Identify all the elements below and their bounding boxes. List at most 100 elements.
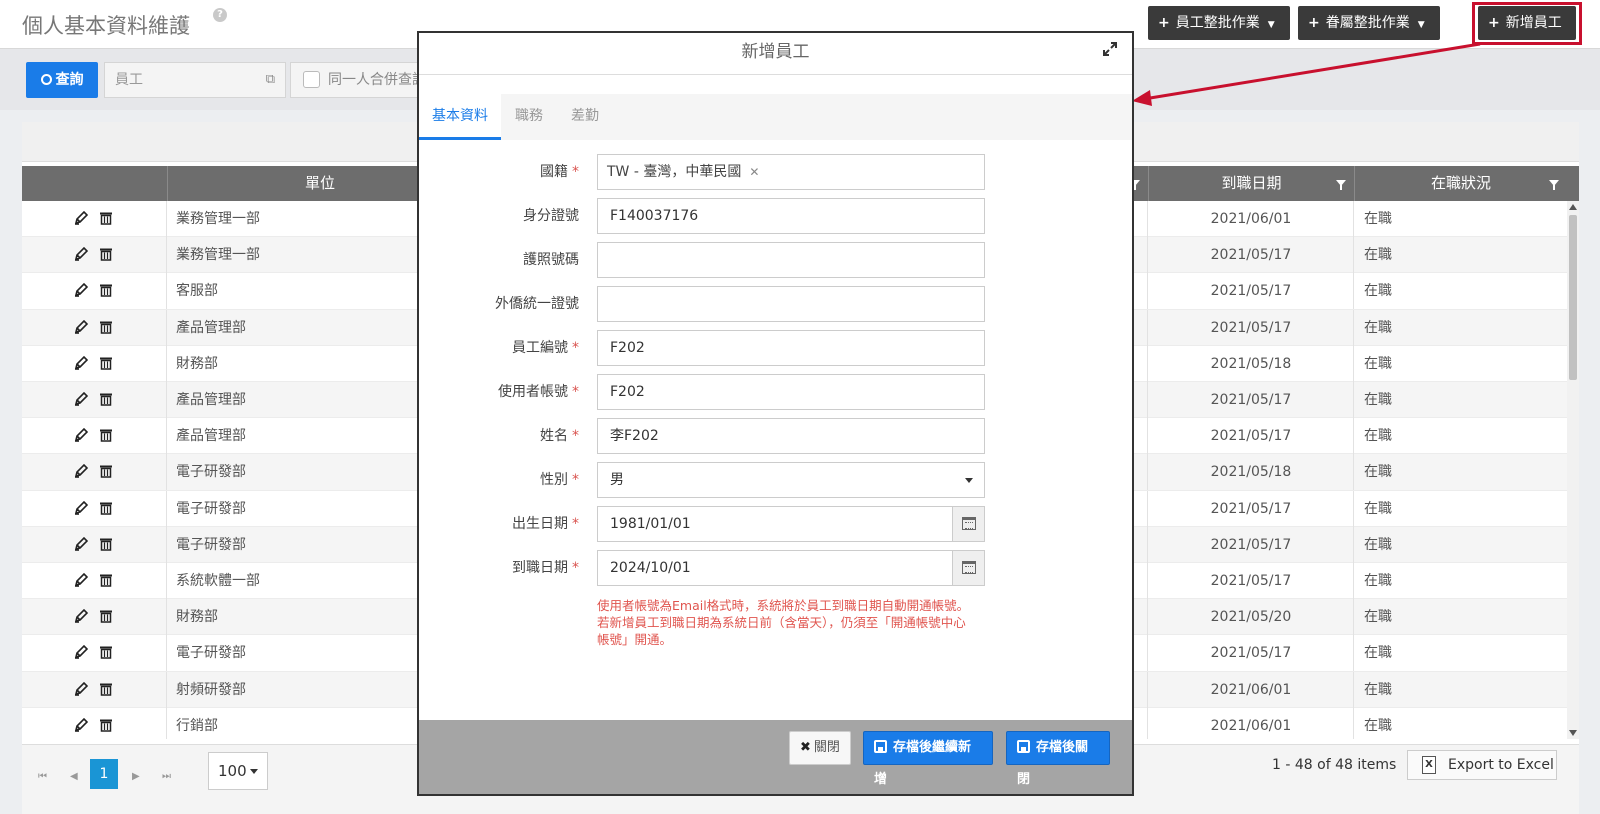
first-page-icon[interactable]: ⏮ [38,771,47,782]
tab-attendance[interactable]: 差勤 [557,94,613,140]
trash-icon[interactable] [99,320,113,334]
edit-icon[interactable] [74,211,88,225]
tab-basic-info[interactable]: 基本資料 [419,94,501,140]
employee-picker-input[interactable]: 員工 ⧉ [104,62,286,98]
account-field[interactable]: F202 [597,374,985,410]
edit-icon[interactable] [74,247,88,261]
scroll-down-icon[interactable] [1569,730,1577,736]
trash-icon[interactable] [99,247,113,261]
employee-no-field[interactable]: F202 [597,330,985,366]
edit-icon[interactable] [74,283,88,298]
trash-icon[interactable] [99,283,113,298]
trash-icon[interactable] [99,464,113,479]
merge-query-label: 同一人合併查詢 [328,72,426,88]
query-button[interactable]: 查詢 [26,62,98,98]
edit-icon[interactable] [74,428,88,442]
dependent-batch-button[interactable]: + 眷屬整批作業 ▼ [1298,6,1440,40]
save-close-button[interactable]: 存檔後關閉 [1006,731,1110,787]
page-number-current[interactable]: 1 [90,759,118,789]
unit-cell: 財務部 [176,609,218,626]
passport-field[interactable] [597,242,985,278]
edit-icon[interactable] [74,536,88,551]
employee-no-row: 員工編號 * F202 [419,330,1132,366]
edit-icon[interactable] [74,355,88,370]
start-date-field[interactable]: 2024/10/01 [597,550,985,586]
query-label: 查詢 [55,72,84,88]
edit-icon[interactable] [74,645,88,660]
trash-icon[interactable] [99,392,113,406]
merge-query-checkbox-field[interactable]: 同一人合併查詢 [290,62,430,98]
edit-icon[interactable] [74,464,88,479]
add-employee-highlight-box [1472,2,1582,45]
passport-row: 護照號碼 [419,242,1132,278]
column-divider [1353,345,1354,382]
trash-icon[interactable] [99,537,113,551]
trash-icon[interactable] [99,573,113,587]
calendar-icon [962,561,976,574]
resident-id-field[interactable] [597,286,985,322]
trash-icon[interactable] [99,356,113,370]
birth-date-picker-button[interactable] [952,507,984,541]
start-date-cell: 2021/05/17 [1210,283,1292,300]
filter-icon[interactable] [1549,180,1559,190]
id-number-field[interactable]: F140037176 [597,198,985,234]
save-icon [874,740,887,753]
edit-icon[interactable] [74,609,88,623]
grid-vertical-scrollbar[interactable] [1567,201,1579,739]
status-cell: 在職 [1364,573,1392,589]
trash-icon[interactable] [99,428,113,442]
edit-icon[interactable] [74,717,88,732]
remove-tag-icon[interactable]: ✕ [749,165,759,179]
column-divider [166,273,167,310]
last-page-icon[interactable]: ⏭ [162,771,171,782]
unit-cell: 電子研發部 [176,464,246,481]
gender-select[interactable]: 男 [597,462,985,498]
edit-icon[interactable] [74,392,88,406]
column-divider [1353,273,1354,310]
trash-icon[interactable] [99,609,113,623]
trash-icon[interactable] [99,718,113,732]
name-field[interactable]: 李F202 [597,418,985,454]
start-date-cell: 2021/05/18 [1210,355,1292,372]
start-date-column-header[interactable]: 到職日期 [1148,166,1354,201]
tab-position[interactable]: 職務 [501,94,557,140]
column-divider [166,563,167,599]
scrollbar-thumb[interactable] [1569,215,1577,380]
note-line: 帳號」開通。 [597,632,673,647]
trash-icon[interactable] [99,682,113,696]
trash-icon[interactable] [99,211,113,225]
prev-page-icon[interactable]: ◀ [70,771,78,782]
scroll-up-icon[interactable] [1569,204,1577,210]
filter-icon[interactable] [1336,180,1346,190]
trash-icon[interactable] [99,501,113,515]
edit-icon[interactable] [74,319,88,334]
save-icon [1017,740,1030,753]
trash-icon[interactable] [99,645,113,660]
next-page-icon[interactable]: ▶ [132,771,140,782]
employee-batch-button[interactable]: + 員工整批作業 ▼ [1148,6,1290,40]
page-size-select[interactable]: 100 [208,752,268,790]
nationality-select[interactable]: TW - 臺灣，中華民國 ✕ [597,154,985,190]
unit-cell: 業務管理一部 [176,247,260,264]
save-continue-button[interactable]: 存檔後繼續新增 [863,731,993,787]
start-date-cell: 2021/05/20 [1210,609,1292,626]
edit-icon[interactable] [74,500,88,515]
start-date-picker-button[interactable] [952,551,984,585]
external-link-icon[interactable]: ⧉ [266,63,275,97]
edit-icon[interactable] [74,681,88,696]
status-column-header[interactable]: 在職狀況 [1354,166,1567,201]
merge-query-checkbox[interactable] [303,70,320,88]
id-number-row: 身分證號 F140037176 [419,198,1132,234]
expand-icon[interactable] [1102,41,1118,57]
export-excel-button[interactable]: X Export to Excel [1407,750,1557,780]
question-circle-icon[interactable]: ? [213,8,227,22]
status-cell: 在職 [1364,681,1392,698]
start-date-value: 2024/10/01 [610,560,691,576]
birth-date-field[interactable]: 1981/01/01 [597,506,985,542]
unit-cell: 產品管理部 [176,428,246,445]
close-button[interactable]: ✖ 關閉 [789,731,851,765]
edit-icon[interactable] [74,573,88,587]
start-date-cell: 2021/06/01 [1210,717,1292,734]
account-row: 使用者帳號 * F202 [419,374,1132,410]
resident-id-label: 外僑統一證號 [495,296,579,312]
